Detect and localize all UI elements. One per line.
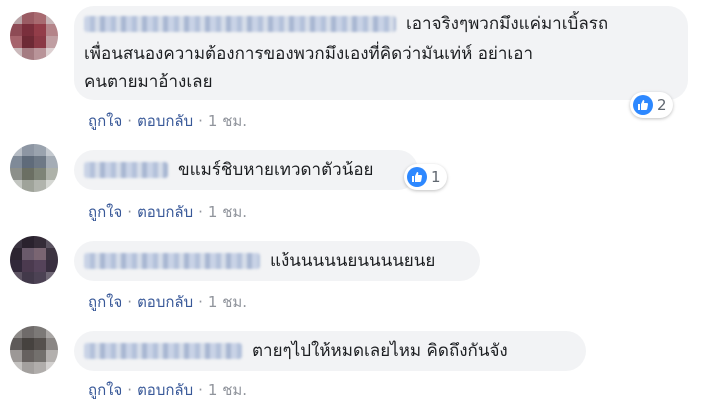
like-link[interactable]: ถูกใจ	[88, 293, 122, 311]
separator: ·	[127, 203, 133, 221]
comment-bubble: แง้นนนนนยนนนนยนย	[74, 241, 480, 281]
comment-text: เอาจริงๆพวกมึงแค่มาเบิ้ลรถ	[406, 14, 609, 34]
reply-link[interactable]: ตอบกลับ	[137, 293, 193, 311]
reply-link[interactable]: ตอบกลับ	[137, 112, 193, 130]
comment-text: คนตายมาอ้างเลย	[84, 72, 213, 92]
timestamp[interactable]: 1 ชม.	[208, 293, 247, 311]
comment-text: ขแมร์ชิบหายเทวดาตัวน้อย	[178, 160, 374, 180]
separator: ·	[127, 293, 133, 311]
like-link[interactable]: ถูกใจ	[88, 112, 122, 130]
avatar[interactable]	[10, 236, 58, 284]
reaction-count-badge[interactable]: 2	[630, 92, 673, 118]
separator: ·	[198, 293, 203, 311]
separator: ·	[198, 203, 203, 221]
comment-text: แง้นนนนนยนนนนยนย	[270, 251, 436, 271]
separator: ·	[127, 112, 133, 130]
comment-text: ตายๆไปให้หมดเลยไหม คิดถึงกันจัง	[252, 341, 508, 361]
reaction-count: 2	[657, 96, 667, 114]
like-link[interactable]: ถูกใจ	[88, 381, 122, 399]
separator: ·	[127, 381, 133, 399]
comment-bubble: เอาจริงๆพวกมึงแค่มาเบิ้ลรถ เพื่อนสนองควา…	[74, 6, 688, 100]
thumbs-up-icon	[633, 95, 653, 115]
commenter-name[interactable]	[84, 253, 260, 269]
avatar[interactable]	[10, 12, 58, 60]
commenter-name[interactable]	[84, 162, 168, 178]
separator: ·	[198, 381, 203, 399]
reaction-count-badge[interactable]: 1	[404, 164, 447, 190]
avatar[interactable]	[10, 144, 58, 192]
like-link[interactable]: ถูกใจ	[88, 203, 122, 221]
avatar[interactable]	[10, 326, 58, 374]
reply-link[interactable]: ตอบกลับ	[137, 203, 193, 221]
comment-bubble: ตายๆไปให้หมดเลยไหม คิดถึงกันจัง	[74, 331, 586, 371]
reaction-count: 1	[431, 168, 441, 186]
thumbs-up-icon	[407, 167, 427, 187]
comment-bubble: ขแมร์ชิบหายเทวดาตัวน้อย	[74, 150, 418, 190]
timestamp[interactable]: 1 ชม.	[208, 203, 247, 221]
timestamp[interactable]: 1 ชม.	[208, 112, 247, 130]
comment-text: เพื่อนสนองความต้องการของพวกมึงเองที่คิดว…	[84, 44, 533, 64]
reply-link[interactable]: ตอบกลับ	[137, 381, 193, 399]
commenter-name[interactable]	[84, 16, 396, 32]
timestamp[interactable]: 1 ชม.	[208, 381, 247, 399]
commenter-name[interactable]	[84, 343, 242, 359]
separator: ·	[198, 112, 203, 130]
